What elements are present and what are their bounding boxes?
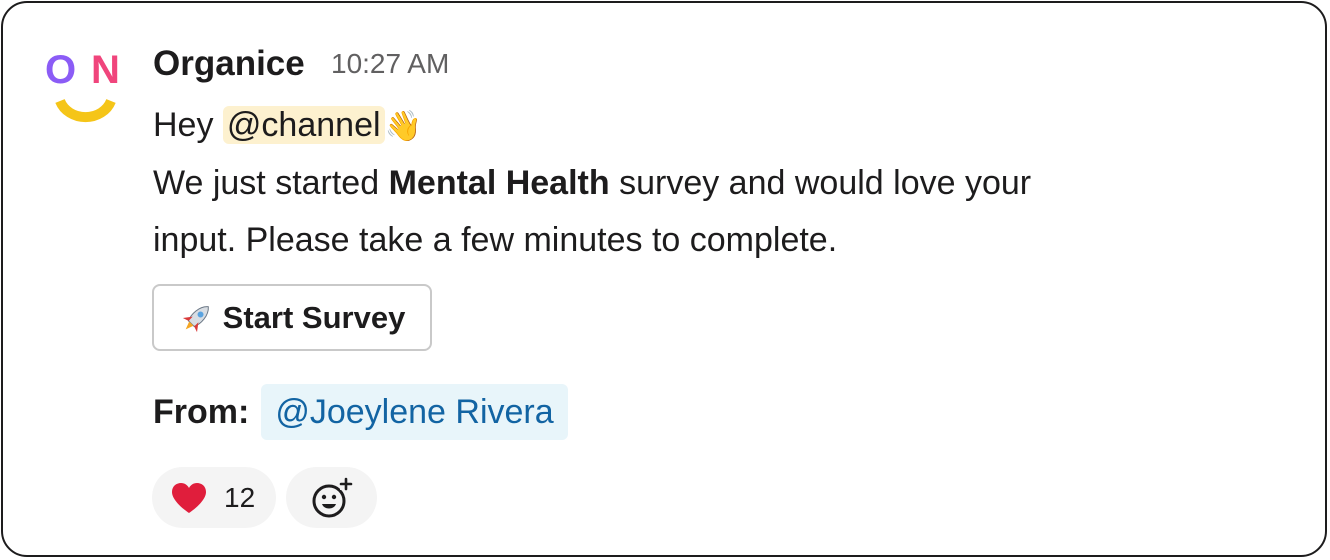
heart-reaction[interactable]: 12 (152, 467, 276, 528)
organice-logo-avatar[interactable]: O N (43, 47, 133, 137)
heart-icon (172, 482, 206, 513)
add-reaction-button[interactable] (286, 467, 377, 528)
start-survey-button[interactable]: Start Survey (152, 284, 432, 351)
avatar-letter-o: O (45, 48, 76, 92)
channel-mention[interactable]: @channel (222, 106, 385, 144)
waving-hand-icon: 👋 (384, 109, 422, 144)
bold-survey-name: Mental Health (388, 164, 610, 202)
message-line-3: input. Please take a few minutes to comp… (153, 221, 838, 259)
message-line-2: We just started Mental Health survey and… (153, 155, 1153, 212)
from-label: From: (153, 392, 250, 431)
text-after-bold: survey and would love your (619, 164, 1032, 202)
avatar-smile (55, 98, 116, 123)
add-reaction-icon (312, 477, 352, 517)
sender-name[interactable]: Organice (153, 41, 305, 87)
greeting-text: Hey (153, 106, 214, 144)
from-row: From: @Joeylene Rivera (153, 384, 568, 440)
message-line-1: Hey @channel 👋 (153, 97, 1153, 155)
reaction-count: 12 (224, 481, 256, 513)
user-mention[interactable]: @Joeylene Rivera (261, 384, 568, 440)
text-before-bold: We just started (153, 164, 380, 202)
avatar-letter-n: N (91, 48, 120, 92)
message-card: O N Organice 10:27 AM Hey @channel 👋 We j… (1, 1, 1327, 557)
rocket-icon (182, 305, 209, 332)
message-body: Hey @channel 👋 We just started Mental Hea… (153, 97, 1153, 269)
start-survey-label: Start Survey (222, 299, 406, 335)
message-timestamp[interactable]: 10:27 AM (331, 45, 449, 83)
